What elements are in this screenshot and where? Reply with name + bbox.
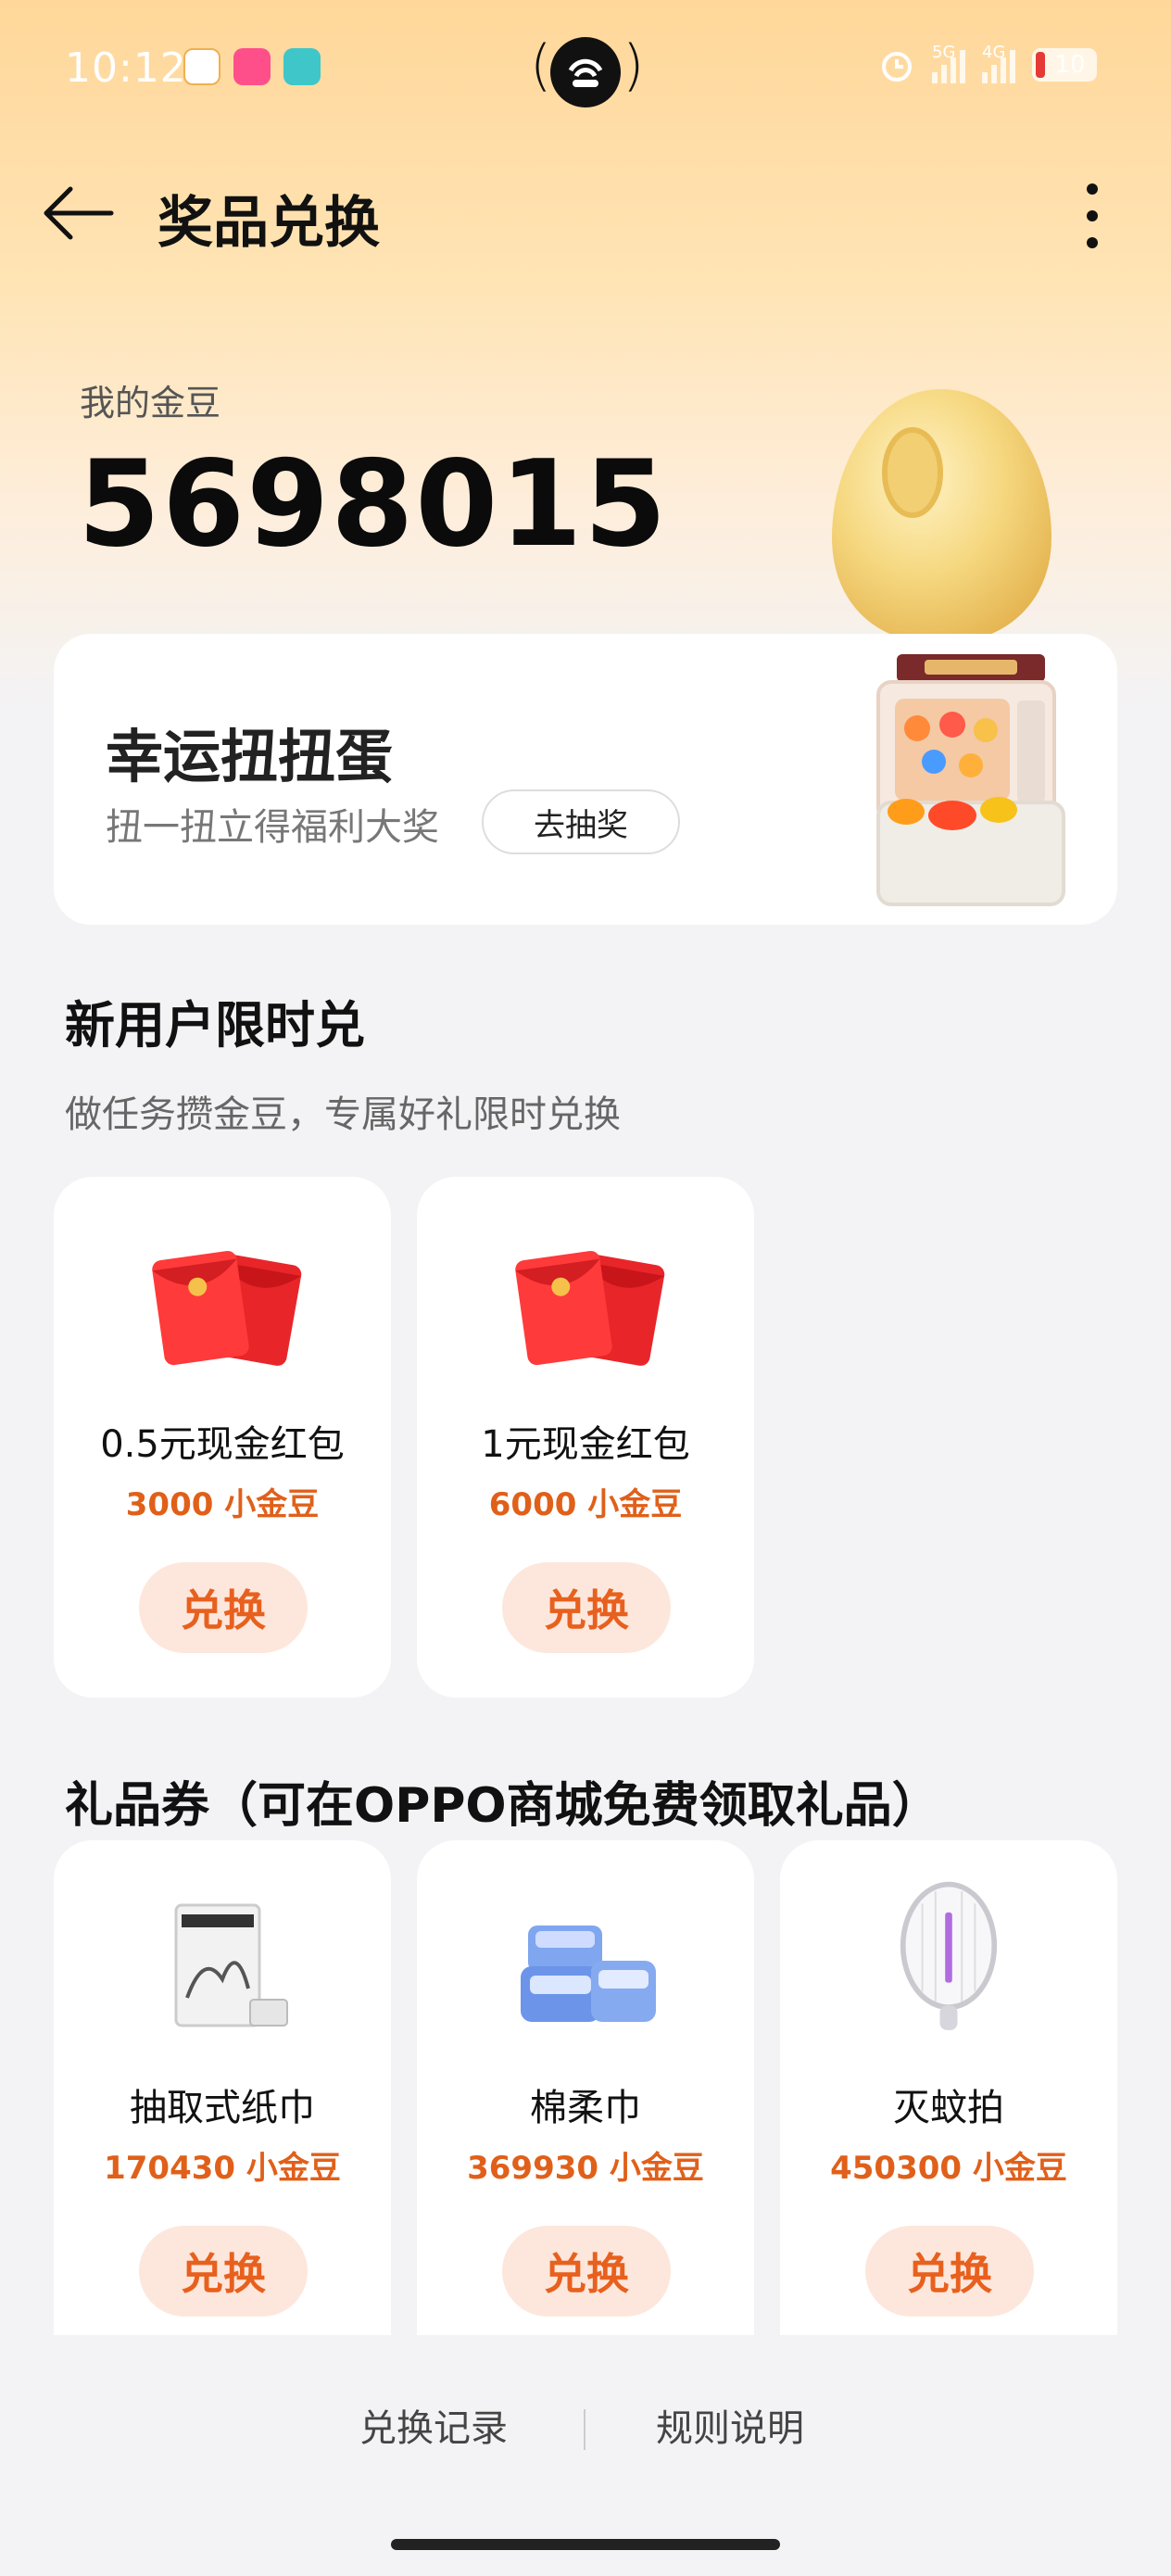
- prize-card[interactable]: 灭蚊拍 450300 小金豆 兑换: [780, 1840, 1117, 2335]
- prize-price: 170430 小金豆: [104, 2150, 341, 2187]
- new-user-section-title: 新用户限时兑: [65, 996, 365, 1054]
- beans-label: 我的金豆: [80, 383, 221, 423]
- prize-price: 6000 小金豆: [488, 1486, 683, 1523]
- redeem-button[interactable]: 兑换: [139, 1562, 308, 1653]
- alarm-icon: [882, 52, 912, 82]
- prize-card[interactable]: 1元现金红包 6000 小金豆 兑换: [417, 1177, 754, 1698]
- status-bar: 10:12 ( ) 5G 4G 10: [0, 0, 1171, 139]
- lucky-draw-card[interactable]: 幸运扭扭蛋 扭一扭立得福利大奖 去抽奖: [54, 634, 1117, 925]
- prize-price: 369930 小金豆: [467, 2150, 704, 2187]
- wallet-app-icon: [183, 48, 220, 85]
- back-arrow-icon: [44, 186, 114, 240]
- notification-icons: [183, 48, 321, 85]
- app-notification-icon: [283, 48, 321, 85]
- prize-card[interactable]: 抽取式纸巾 170430 小金豆 兑换: [54, 1840, 391, 2335]
- page-title: 奖品兑换: [157, 191, 380, 256]
- redeem-button[interactable]: 兑换: [502, 1562, 671, 1653]
- prize-name: 灭蚊拍: [893, 2087, 1004, 2129]
- capsule-machine-icon: [876, 654, 1065, 906]
- golden-bean-icon: [832, 389, 1051, 644]
- more-dot-icon: [1087, 237, 1098, 248]
- beans-value: 5698015: [78, 436, 669, 574]
- mosquito-swatter-icon: [900, 1881, 998, 2030]
- dynamic-island: ( ): [530, 33, 645, 107]
- rules-link[interactable]: 规则说明: [656, 2398, 804, 2452]
- prize-price: 450300 小金豆: [830, 2150, 1067, 2187]
- bilibili-app-icon: [233, 48, 271, 85]
- home-indicator[interactable]: [391, 2539, 780, 2550]
- tissue-box-icon: [174, 1903, 288, 2027]
- prize-card[interactable]: 0.5元现金红包 3000 小金豆 兑换: [54, 1177, 391, 1698]
- cotton-towel-icon: [521, 1926, 656, 2022]
- status-time: 10:12: [65, 44, 187, 92]
- lucky-draw-title: 幸运扭扭蛋: [106, 723, 394, 790]
- prize-card[interactable]: 棉柔巾 369930 小金豆 兑换: [417, 1840, 754, 2335]
- red-envelope-icon: [515, 1250, 665, 1366]
- more-dot-icon: [1087, 210, 1098, 221]
- paren-right-icon: ): [623, 33, 645, 98]
- more-dot-icon: [1087, 183, 1098, 195]
- app-header: 奖品兑换: [0, 158, 1171, 269]
- signal-5g-icon: 5G: [932, 43, 965, 83]
- prize-name: 棉柔巾: [530, 2087, 641, 2129]
- prize-name: 抽取式纸巾: [130, 2087, 315, 2129]
- more-menu-button[interactable]: [1078, 183, 1106, 248]
- prize-price: 3000 小金豆: [125, 1486, 320, 1523]
- lucky-draw-subtitle: 扭一扭立得福利大奖: [106, 806, 439, 849]
- red-envelope-icon: [152, 1250, 302, 1366]
- hotspot-icon: [550, 37, 621, 107]
- battery-icon: 10: [1032, 48, 1097, 82]
- gifts-section-title: 礼品券（可在OPPO商城免费领取礼品）: [65, 1778, 940, 1834]
- new-user-section-subtitle: 做任务攒金豆，专属好礼限时兑换: [65, 1093, 621, 1136]
- redeem-button[interactable]: 兑换: [865, 2226, 1034, 2317]
- redeem-button[interactable]: 兑换: [502, 2226, 671, 2317]
- back-button[interactable]: [37, 176, 120, 250]
- redeem-records-link[interactable]: 兑换记录: [359, 2398, 508, 2452]
- redeem-button[interactable]: 兑换: [139, 2226, 308, 2317]
- prize-name: 1元现金红包: [481, 1423, 690, 1466]
- go-draw-button[interactable]: 去抽奖: [482, 789, 680, 854]
- battery-level: 10: [1054, 51, 1086, 79]
- prize-name: 0.5元现金红包: [100, 1423, 345, 1466]
- signal-4g-icon: 4G: [982, 43, 1015, 83]
- footer-divider: [584, 2409, 586, 2450]
- status-right: 5G 4G 10: [878, 43, 1097, 83]
- footer-links: 兑换记录 规则说明: [0, 2398, 1171, 2463]
- paren-left-icon: (: [530, 33, 552, 98]
